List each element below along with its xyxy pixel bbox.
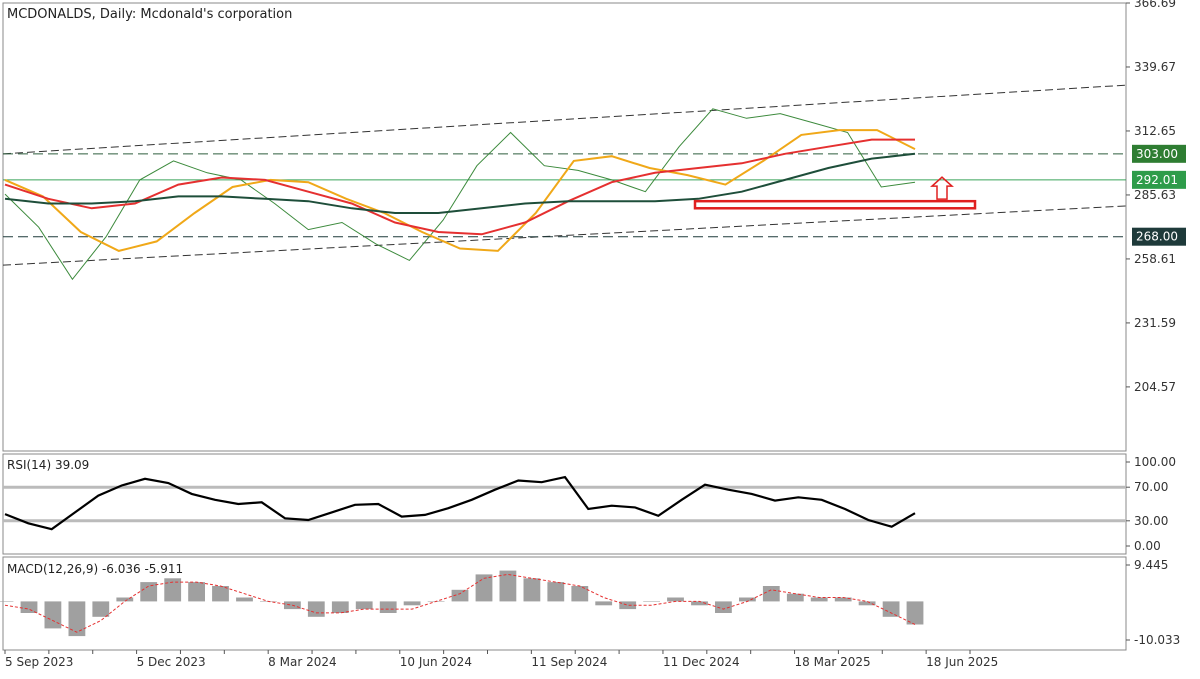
price-title: MCDONALDS, Daily: Mcdonald's corporation — [7, 7, 292, 22]
macd-bar — [140, 582, 158, 602]
price-ytick-label: 366.69 — [1134, 0, 1176, 10]
price-ytick-label: 285.63 — [1134, 188, 1176, 202]
chart-root: MCDONALDS, Daily: Mcdonald's corporation… — [0, 0, 1200, 675]
rsi-ytick-label: 30.00 — [1134, 514, 1168, 528]
rsi-ytick-label: 100.00 — [1134, 455, 1176, 469]
macd-bar — [643, 601, 660, 602]
macd-bar — [92, 601, 110, 617]
macd-bar — [595, 601, 613, 606]
price-ytick-label: 231.59 — [1134, 316, 1176, 330]
price-ytick-label: 339.67 — [1134, 60, 1176, 74]
x-tick-label: 5 Sep 2023 — [5, 655, 73, 669]
price-label-text-0: 303.00 — [1136, 147, 1178, 161]
x-tick-label: 5 Dec 2023 — [137, 655, 206, 669]
rsi-title: RSI(14) 39.09 — [7, 458, 89, 472]
rsi-ytick-label: 70.00 — [1134, 480, 1168, 494]
x-tick-label: 11 Sep 2024 — [531, 655, 607, 669]
x-tick-label: 10 Jun 2024 — [400, 655, 472, 669]
macd-bar — [667, 597, 684, 602]
price-ytick-label: 258.61 — [1134, 252, 1176, 266]
macd-bar — [331, 601, 349, 613]
macd-bar — [810, 597, 828, 602]
macd-bar — [355, 601, 373, 610]
macd-bar — [739, 597, 756, 602]
macd-bar — [68, 601, 86, 637]
macd-ytick-label: -10.033 — [1134, 633, 1180, 647]
macd-bar — [619, 601, 637, 610]
macd-bar — [379, 601, 397, 613]
macd-bar — [547, 582, 565, 602]
macd-bar — [523, 578, 541, 602]
macd-bar — [882, 601, 900, 617]
macd-bar — [307, 601, 325, 617]
macd-bar — [571, 586, 589, 602]
macd-ytick-label: 9.445 — [1134, 558, 1168, 572]
macd-bar — [0, 601, 14, 602]
macd-bar — [236, 597, 253, 602]
x-tick-label: 18 Mar 2025 — [795, 655, 871, 669]
macd-bar — [906, 601, 924, 625]
macd-title: MACD(12,26,9) -6.036 -5.911 — [7, 562, 183, 576]
price-ytick-label: 204.57 — [1134, 380, 1176, 394]
rsi-ytick-label: 0.00 — [1134, 539, 1161, 553]
macd-bar — [44, 601, 62, 629]
price-label-text-1: 292.01 — [1136, 173, 1178, 187]
x-tick-label: 8 Mar 2024 — [268, 655, 336, 669]
price-label-text-2: 268.00 — [1136, 230, 1178, 244]
macd-bar — [20, 601, 38, 613]
chart-svg: MCDONALDS, Daily: Mcdonald's corporation… — [0, 0, 1200, 675]
macd-bar — [786, 593, 804, 602]
macd-bar — [762, 586, 780, 602]
macd-bar — [188, 582, 205, 602]
price-ytick-label: 312.65 — [1134, 124, 1176, 138]
macd-bar — [403, 601, 421, 606]
x-tick-label: 18 Jun 2025 — [926, 655, 998, 669]
x-tick-label: 11 Dec 2024 — [663, 655, 740, 669]
